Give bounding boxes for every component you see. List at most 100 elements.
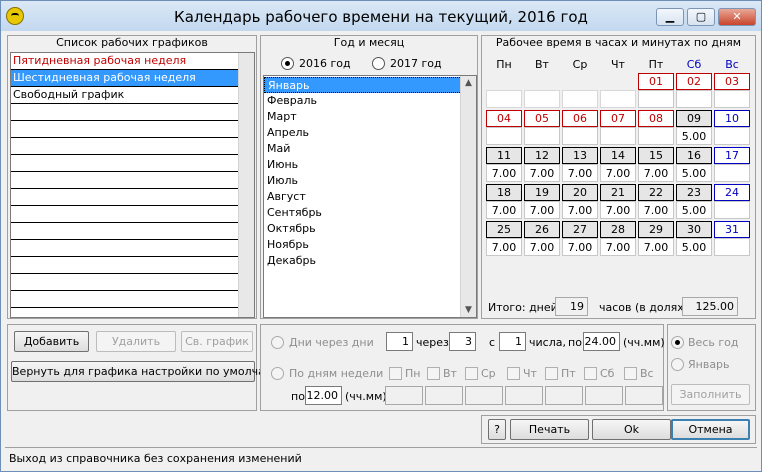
hours-cell[interactable] (638, 127, 674, 145)
hours-cell[interactable]: 7.00 (524, 164, 560, 182)
weekday-checkbox[interactable] (545, 367, 558, 380)
day-cell[interactable]: 10 (714, 110, 750, 127)
whole-year-radio[interactable] (671, 336, 684, 349)
weekday-hours-field[interactable] (625, 386, 663, 405)
day-cell[interactable]: 08 (638, 110, 674, 127)
day-cell[interactable]: 11 (486, 147, 522, 164)
day-cell[interactable]: 18 (486, 184, 522, 201)
day-cell[interactable]: 21 (600, 184, 636, 201)
months-scrollbar[interactable]: ▲ ▼ (460, 76, 476, 317)
schedule-row[interactable] (11, 291, 254, 308)
by-weekday-radio[interactable] (271, 367, 284, 380)
hours-cell[interactable]: 7.00 (562, 238, 598, 256)
day-cell[interactable]: 14 (600, 147, 636, 164)
day-cell[interactable]: 05 (524, 110, 560, 127)
month-item[interactable]: Июнь (264, 157, 476, 173)
day-cell[interactable]: 26 (524, 221, 560, 238)
schedule-row[interactable] (11, 274, 254, 291)
schedule-row[interactable]: Свободный график (11, 87, 254, 104)
month-item[interactable]: Март (264, 109, 476, 125)
hours-cell[interactable] (714, 90, 750, 108)
day-cell[interactable]: 06 (562, 110, 598, 127)
add-button[interactable]: Добавить (14, 331, 89, 352)
weekday-checkbox[interactable] (465, 367, 478, 380)
schedule-row[interactable] (11, 189, 254, 206)
schedule-row[interactable] (11, 257, 254, 274)
delete-button[interactable]: Удалить (96, 331, 176, 352)
hours-cell[interactable]: 7.00 (486, 164, 522, 182)
day-cell[interactable]: 03 (714, 73, 750, 90)
minimize-button[interactable]: ▁ (656, 8, 684, 26)
weekday-hours-field[interactable] (505, 386, 543, 405)
fill-button[interactable]: Заполнить (671, 384, 750, 405)
weekday-hours-field[interactable] (425, 386, 463, 405)
weekday-checkbox[interactable] (427, 367, 440, 380)
day-cell[interactable]: 25 (486, 221, 522, 238)
print-button[interactable]: Печать (510, 419, 589, 440)
day-cell[interactable]: 19 (524, 184, 560, 201)
day-cell[interactable]: 29 (638, 221, 674, 238)
day-cell[interactable]: 30 (676, 221, 712, 238)
schedule-row[interactable] (11, 121, 254, 138)
n1-field[interactable]: 1 (386, 332, 413, 351)
month-item[interactable]: Январь (264, 77, 476, 93)
month-item[interactable]: Февраль (264, 93, 476, 109)
weekday-checkbox[interactable] (584, 367, 597, 380)
hours-cell[interactable]: 7.00 (524, 201, 560, 219)
weekday-hours-field[interactable] (545, 386, 583, 405)
schedule-row[interactable] (11, 172, 254, 189)
every-n-days-radio[interactable] (271, 336, 284, 349)
hours-cell[interactable] (486, 90, 522, 108)
hours-cell[interactable] (562, 127, 598, 145)
weekday-hours-field[interactable] (385, 386, 423, 405)
hours-cell[interactable]: 5.00 (676, 238, 712, 256)
hours-cell[interactable] (524, 90, 560, 108)
day-cell[interactable]: 28 (600, 221, 636, 238)
hours-cell[interactable] (714, 201, 750, 219)
weekday-checkbox[interactable] (624, 367, 637, 380)
day-cell[interactable]: 01 (638, 73, 674, 90)
hours-cell[interactable] (676, 90, 712, 108)
hours-cell[interactable] (638, 90, 674, 108)
month-item[interactable]: Сентябрь (264, 205, 476, 221)
schedule-row[interactable] (11, 155, 254, 172)
hours-field[interactable]: 24.00 (583, 332, 620, 351)
hours-cell[interactable] (600, 90, 636, 108)
cancel-button[interactable]: Отмена (671, 419, 750, 440)
weekday-checkbox[interactable] (389, 367, 402, 380)
day-cell[interactable]: 02 (676, 73, 712, 90)
hours-cell[interactable] (562, 90, 598, 108)
day-cell[interactable]: 09 (676, 110, 712, 127)
hours-cell[interactable]: 7.00 (638, 164, 674, 182)
schedule-row[interactable] (11, 240, 254, 257)
hours-cell[interactable] (714, 164, 750, 182)
year-2017-radio[interactable] (372, 57, 385, 70)
weekday-checkbox[interactable] (507, 367, 520, 380)
day-cell[interactable]: 27 (562, 221, 598, 238)
hours-cell[interactable]: 7.00 (562, 201, 598, 219)
hours-cell[interactable]: 5.00 (676, 201, 712, 219)
hours-cell[interactable]: 7.00 (638, 201, 674, 219)
schedule-row[interactable] (11, 138, 254, 155)
year-2016-radio[interactable] (281, 57, 294, 70)
maximize-button[interactable]: ▢ (687, 8, 715, 26)
day-cell[interactable]: 31 (714, 221, 750, 238)
day-cell[interactable]: 17 (714, 147, 750, 164)
scroll-down-icon[interactable]: ▼ (465, 305, 472, 315)
hours-cell[interactable]: 5.00 (676, 127, 712, 145)
day-cell[interactable]: 22 (638, 184, 674, 201)
hours-cell[interactable]: 7.00 (600, 238, 636, 256)
month-item[interactable]: Апрель (264, 125, 476, 141)
schedules-list[interactable]: Пятидневная рабочая неделя Шестидневная р… (10, 52, 255, 318)
day-cell[interactable]: 04 (486, 110, 522, 127)
close-button[interactable]: ✕ (718, 8, 756, 26)
day-cell[interactable]: 16 (676, 147, 712, 164)
weekday-hours-field[interactable] (585, 386, 623, 405)
hours-cell[interactable]: 7.00 (562, 164, 598, 182)
hours-cell[interactable] (486, 127, 522, 145)
hours-cell[interactable]: 7.00 (600, 164, 636, 182)
day-cell[interactable]: 20 (562, 184, 598, 201)
n2-field[interactable]: 3 (449, 332, 476, 351)
schedule-row[interactable]: Пятидневная рабочая неделя (11, 53, 254, 70)
hours-cell[interactable] (714, 238, 750, 256)
